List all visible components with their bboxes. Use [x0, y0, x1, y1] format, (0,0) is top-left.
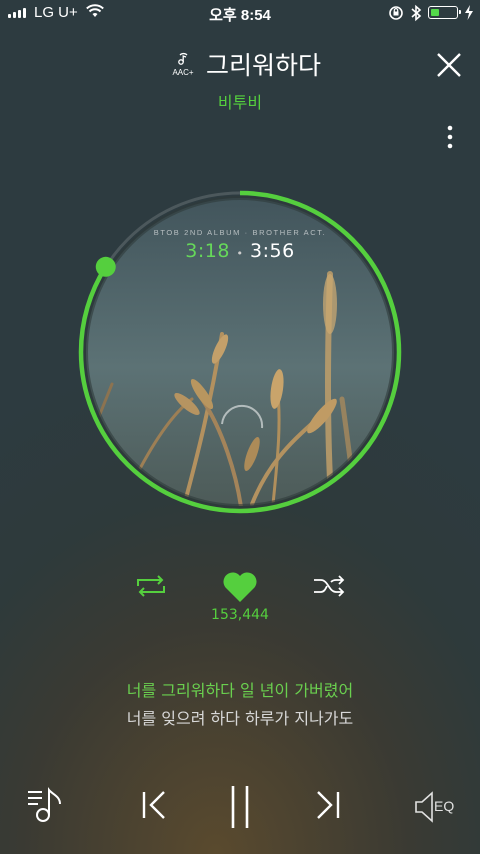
playlist-icon[interactable] [26, 784, 66, 826]
repeat-icon[interactable] [134, 573, 168, 599]
lyric-next-line[interactable]: 너를 잊으려 하다 하루가 지나가도 [0, 705, 480, 729]
battery-icon [428, 6, 461, 19]
close-icon[interactable] [436, 52, 462, 78]
quality-badge-label: AAC+ [172, 68, 194, 77]
eq-speaker-icon [415, 791, 433, 823]
charging-icon [465, 5, 473, 20]
clock: 오후 8:54 [209, 7, 271, 24]
shuffle-icon[interactable] [312, 574, 346, 598]
eq-label: EQ [434, 798, 455, 814]
heart-icon[interactable] [222, 571, 258, 603]
total-time: 3:56 [250, 240, 295, 262]
next-icon[interactable] [312, 784, 342, 826]
time-separator: • [236, 247, 244, 260]
playback-time: 3:18 • 3:56 [0, 240, 480, 262]
artist-name[interactable]: 비투비 [0, 89, 480, 113]
current-time: 3:18 [185, 240, 230, 262]
rotation-lock-icon [389, 6, 403, 20]
pause-icon[interactable] [226, 784, 254, 830]
previous-icon[interactable] [140, 784, 170, 826]
eq-button[interactable]: EQ [414, 790, 462, 824]
more-vertical-icon[interactable] [446, 125, 454, 151]
song-title: 그리워하다 [206, 51, 322, 80]
lyric-current-line[interactable]: 너를 그리워하다 일 년이 가버렸어 [0, 677, 480, 701]
music-quality-icon [178, 52, 188, 65]
status-bar: LG U+ 오후 8:54 [0, 0, 480, 28]
like-count: 153,444 [211, 607, 269, 623]
audio-quality-badge: AAC+ [168, 52, 198, 77]
album-caption: BTOB 2ND ALBUM · BROTHER ACT. [153, 228, 327, 237]
bluetooth-icon [411, 4, 422, 22]
